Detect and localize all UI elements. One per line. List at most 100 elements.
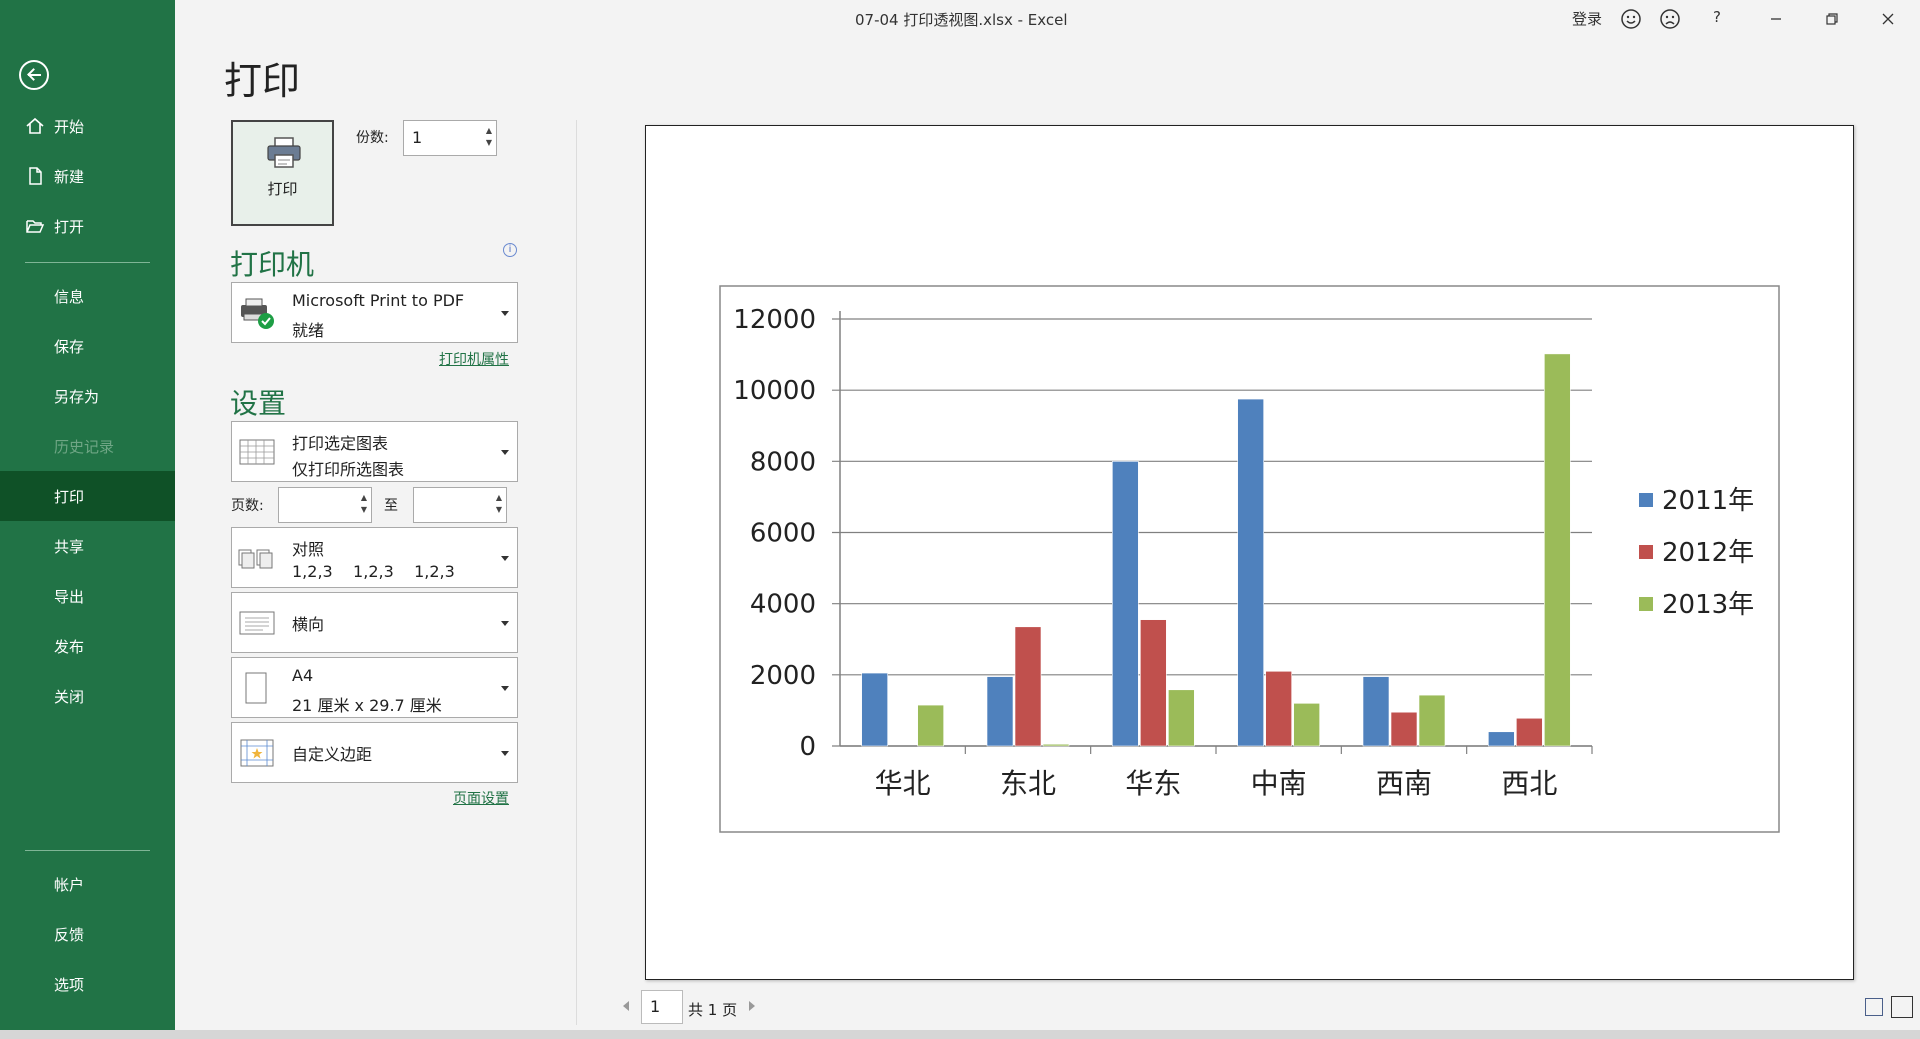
info-icon[interactable]: i: [503, 243, 517, 257]
landscape-page-icon: [239, 611, 275, 635]
sidebar-divider: [25, 262, 150, 263]
x-tick-label: 西北: [1501, 767, 1557, 800]
sidebar-item-label: 开始: [54, 117, 85, 136]
chevron-down-icon: [501, 621, 509, 626]
printer-properties-link[interactable]: 打印机属性: [439, 349, 509, 369]
sidebar-item-label: 历史记录: [54, 437, 115, 456]
sidebar-item-label: 另存为: [54, 387, 100, 406]
print-what-dropdown[interactable]: 打印选定图表 仅打印所选图表: [231, 421, 518, 482]
prev-page-icon[interactable]: [623, 1001, 629, 1011]
bar: [1418, 694, 1446, 747]
pages-to-stepper[interactable]: ▲ ▼: [413, 487, 507, 523]
sidebar-item-history: 历史记录: [0, 421, 175, 471]
stepper-arrows-icon[interactable]: ▲ ▼: [496, 492, 502, 516]
printer-heading: 打印机: [230, 248, 315, 281]
bar: [1112, 461, 1139, 747]
bar: [1237, 398, 1264, 747]
copies-value: 1: [412, 128, 423, 147]
sidebar-item-open[interactable]: 打开: [0, 201, 175, 251]
x-tick-label: 西南: [1376, 767, 1432, 800]
chevron-down-icon: [501, 311, 509, 316]
sidebar-item-save-as[interactable]: 另存为: [0, 371, 175, 421]
window-title: 07-04 打印透视图.xlsx - Excel: [855, 11, 1068, 29]
pages-to-label: 至: [384, 498, 398, 514]
sidebar-item-new[interactable]: 新建: [0, 151, 175, 201]
sidebar-item-options[interactable]: 选项: [0, 959, 175, 1009]
backstage-sidebar: 开始 新建 打开 信息 保存 另存为 历史记录 打印 共享 导出 发布 关闭 帐…: [0, 0, 175, 1039]
y-tick-label: 12000: [733, 305, 816, 335]
pages-from-stepper[interactable]: ▲ ▼: [278, 487, 372, 523]
sidebar-item-account[interactable]: 帐户: [0, 859, 175, 909]
sidebar-item-export[interactable]: 导出: [0, 571, 175, 621]
page-number-input[interactable]: 1: [641, 990, 683, 1024]
help-button[interactable]: ?: [1713, 8, 1721, 26]
margins-icon: [240, 739, 274, 767]
print-preview-page: 0 2000 4000 6000 8000 10000 12000 华北 东北 华东 中南 西南 西北 2…: [645, 125, 1854, 980]
minimize-icon[interactable]: [1765, 8, 1787, 30]
sidebar-item-label: 保存: [54, 337, 85, 356]
bar: [1516, 717, 1543, 747]
x-tick-label: 中南: [1251, 767, 1307, 800]
bar: [1014, 626, 1042, 747]
printer-status: 就绪: [292, 321, 325, 340]
collate-dropdown[interactable]: 对照 1,2,3 1,2,3 1,2,3: [231, 527, 518, 588]
sidebar-item-label: 新建: [54, 167, 85, 186]
sidebar-item-close[interactable]: 关闭: [0, 671, 175, 721]
sidebar-item-label: 发布: [54, 637, 85, 656]
page-total-label: 共 1 页: [688, 1001, 738, 1019]
sidebar-item-label: 关闭: [54, 687, 85, 706]
legend-label: 2011年: [1662, 486, 1754, 516]
bar: [1362, 676, 1390, 747]
bar: [861, 672, 888, 747]
print-button[interactable]: 打印: [231, 120, 334, 226]
show-margins-icon[interactable]: [1865, 998, 1883, 1016]
stepper-arrows-icon[interactable]: ▲ ▼: [361, 492, 367, 516]
bar: [986, 676, 1014, 747]
sidebar-item-label: 打印: [54, 487, 85, 506]
back-arrow-icon[interactable]: [19, 60, 49, 90]
legend-swatch: [1639, 545, 1653, 559]
margins-dropdown[interactable]: 自定义边距: [231, 722, 518, 783]
next-page-icon[interactable]: [749, 1001, 755, 1011]
paper-size-dropdown[interactable]: A4 21 厘米 x 29.7 厘米: [231, 657, 518, 718]
stepper-arrows-icon[interactable]: ▲ ▼: [486, 125, 492, 149]
y-tick-label: 0: [799, 732, 816, 762]
chevron-down-icon: [501, 686, 509, 691]
sidebar-item-publish[interactable]: 发布: [0, 621, 175, 671]
bar: [1140, 619, 1167, 747]
frown-feedback-icon[interactable]: [1659, 8, 1681, 30]
zoom-to-page-icon[interactable]: [1891, 996, 1913, 1018]
legend-swatch: [1639, 597, 1653, 611]
y-tick-label: 6000: [750, 519, 816, 549]
sidebar-item-info[interactable]: 信息: [0, 271, 175, 321]
chevron-down-icon: [501, 556, 509, 561]
printer-dropdown[interactable]: Microsoft Print to PDF 就绪: [231, 282, 518, 343]
excel-print-backstage: 开始 新建 打开 信息 保存 另存为 历史记录 打印 共享 导出 发布 关闭 帐…: [0, 0, 1920, 1039]
x-tick-label: 华北: [875, 767, 931, 800]
bar: [1488, 731, 1515, 747]
copies-stepper[interactable]: 1 ▲ ▼: [403, 120, 497, 156]
bar: [1544, 353, 1571, 747]
orientation-dropdown[interactable]: 横向: [231, 592, 518, 653]
bar: [1042, 743, 1070, 747]
sidebar-item-share[interactable]: 共享: [0, 521, 175, 571]
sidebar-item-label: 导出: [54, 587, 85, 606]
page-setup-link[interactable]: 页面设置: [453, 788, 509, 808]
close-icon[interactable]: [1877, 8, 1899, 30]
panel-divider: [576, 120, 577, 1025]
restore-icon[interactable]: [1821, 8, 1843, 30]
collate-line1: 对照: [292, 540, 325, 559]
margins-value: 自定义边距: [292, 745, 373, 764]
sidebar-item-feedback[interactable]: 反馈: [0, 909, 175, 959]
smile-feedback-icon[interactable]: [1620, 8, 1642, 30]
sidebar-item-save[interactable]: 保存: [0, 321, 175, 371]
sidebar-divider: [25, 850, 150, 851]
home-icon: [26, 117, 44, 134]
sidebar-item-home[interactable]: 开始: [0, 101, 175, 151]
signin-link[interactable]: 登录: [1572, 8, 1602, 29]
sidebar-item-print[interactable]: 打印: [0, 471, 175, 521]
sidebar-item-label: 选项: [54, 975, 85, 994]
copies-label: 份数:: [356, 130, 389, 146]
orientation-value: 横向: [292, 615, 325, 634]
print-what-line2: 仅打印所选图表: [292, 460, 405, 479]
